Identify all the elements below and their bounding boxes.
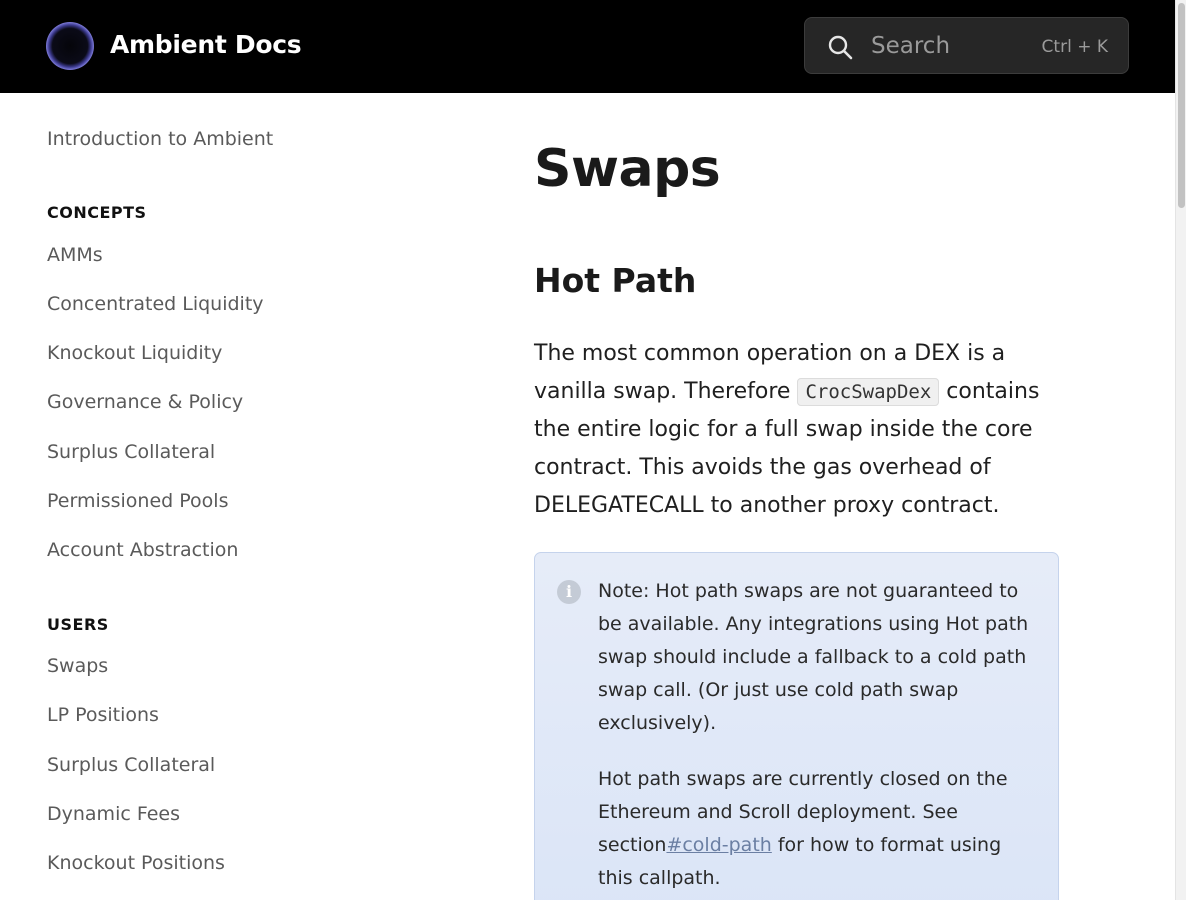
top-header: Ambient Docs Search Ctrl + K — [0, 0, 1175, 93]
page-scrollbar[interactable] — [1175, 0, 1186, 900]
search-icon — [828, 35, 853, 60]
sidebar-item-concentrated-liquidity[interactable]: Concentrated Liquidity — [47, 293, 264, 315]
search-placeholder: Search — [871, 33, 951, 59]
sidebar-item-amms[interactable]: AMMs — [47, 244, 103, 266]
info-icon: i — [557, 580, 581, 604]
hot-path-paragraph: The most common operation on a DEX is a … — [534, 335, 1064, 525]
search-box[interactable]: Search Ctrl + K — [804, 17, 1129, 74]
callout-note: Note: Hot path swaps are not guaranteed … — [598, 580, 1029, 734]
sidebar-item-permissioned-pools[interactable]: Permissioned Pools — [47, 490, 228, 512]
sidebar-item-knockout-liquidity[interactable]: Knockout Liquidity — [47, 342, 222, 364]
sidebar-item-governance-policy[interactable]: Governance & Policy — [47, 391, 243, 413]
section-heading-hot-path: Hot Path — [534, 261, 697, 300]
sidebar-item-user-surplus-collateral[interactable]: Surplus Collateral — [47, 754, 215, 776]
sidebar-item-account-abstraction[interactable]: Account Abstraction — [47, 539, 238, 561]
scrollbar-thumb[interactable] — [1178, 3, 1185, 208]
sidebar-item-knockout-positions[interactable]: Knockout Positions — [47, 852, 225, 874]
info-callout: i Note: Hot path swaps are not guarantee… — [534, 552, 1059, 900]
sidebar-heading-users: USERS — [47, 615, 109, 634]
sidebar-item-lp-positions[interactable]: LP Positions — [47, 704, 159, 726]
sidebar-item-introduction[interactable]: Introduction to Ambient — [47, 128, 273, 150]
callout-status: Hot path swaps are currently closed on t… — [598, 763, 1038, 895]
sidebar-item-swaps[interactable]: Swaps — [47, 655, 108, 677]
search-shortcut-hint: Ctrl + K — [1041, 37, 1108, 57]
inline-code-crocswapdex: CrocSwapDex — [797, 378, 940, 406]
docs-sidebar: Introduction to Ambient CONCEPTS AMMs Co… — [0, 93, 420, 900]
ambient-logo[interactable] — [46, 22, 94, 70]
sidebar-item-surplus-collateral[interactable]: Surplus Collateral — [47, 441, 215, 463]
sidebar-heading-concepts: CONCEPTS — [47, 203, 147, 222]
main-content: Swaps Hot Path The most common operation… — [534, 93, 1094, 900]
sidebar-item-dynamic-fees[interactable]: Dynamic Fees — [47, 803, 180, 825]
page-title: Swaps — [534, 139, 721, 199]
callout-body: Note: Hot path swaps are not guaranteed … — [598, 575, 1038, 895]
site-brand[interactable]: Ambient Docs — [110, 30, 302, 59]
cold-path-link[interactable]: #cold-path — [666, 834, 771, 856]
